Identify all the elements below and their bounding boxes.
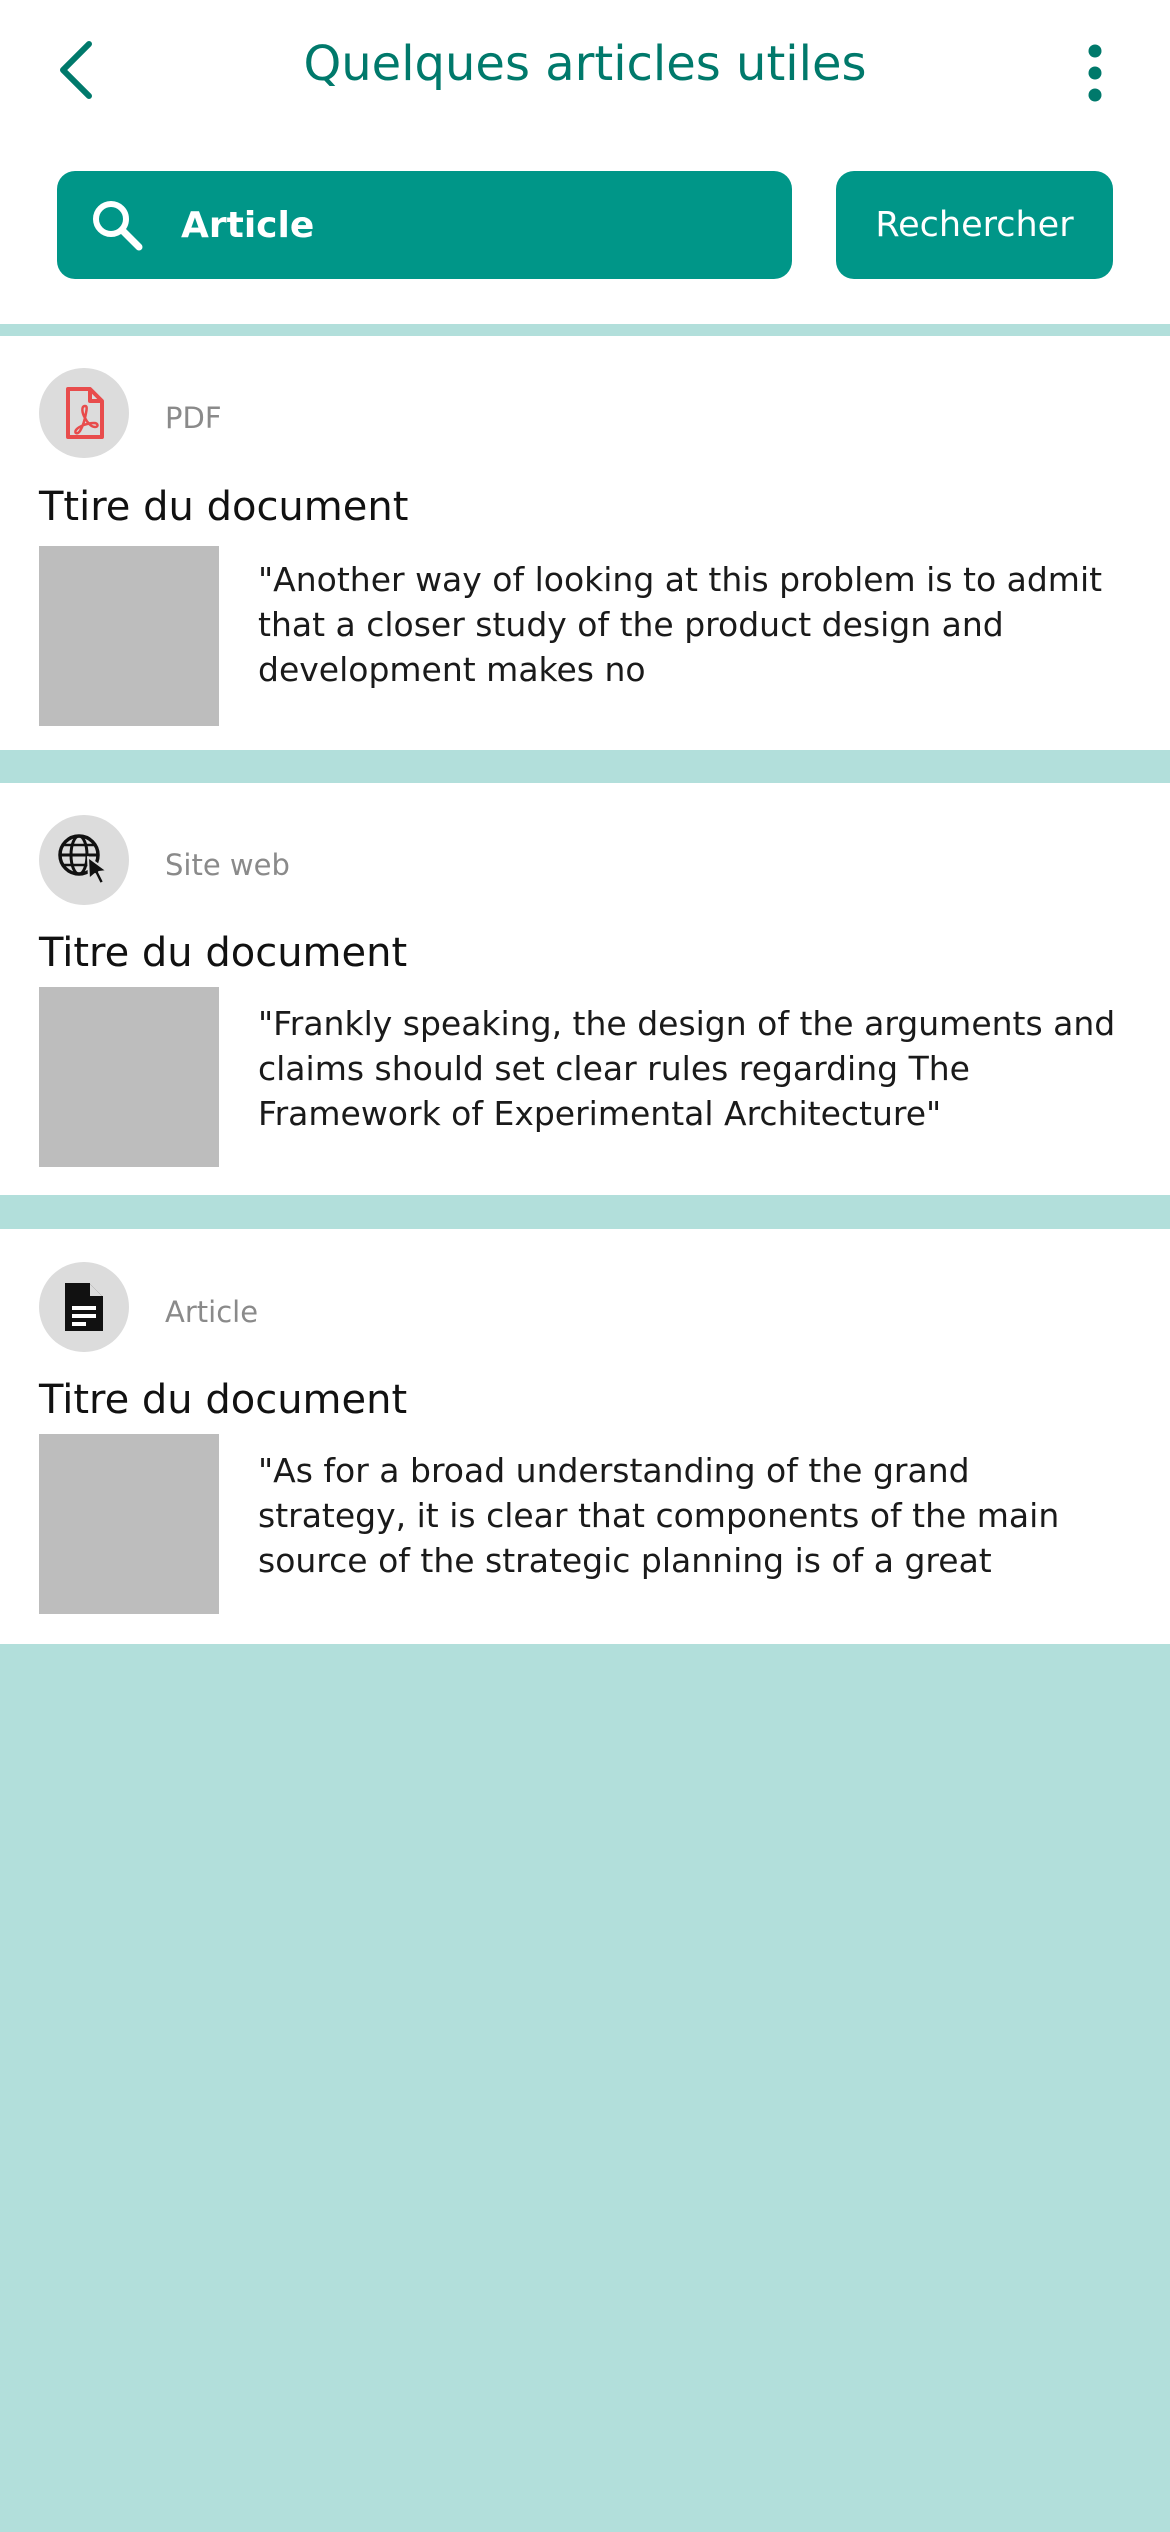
result-thumbnail [39, 1434, 219, 1614]
search-input[interactable] [181, 204, 741, 246]
more-vertical-icon [1088, 44, 1102, 101]
chevron-left-icon [60, 41, 92, 99]
article-icon [39, 1262, 129, 1352]
page-title: Quelques articles utiles [303, 36, 867, 92]
result-card-2[interactable]: Site web Titre du document "Frankly spea… [0, 783, 1170, 1195]
result-excerpt: "As for a broad understanding of the gra… [258, 1451, 1060, 1580]
result-excerpt: "Another way of looking at this problem … [258, 560, 1103, 689]
pdf-file-icon [39, 368, 129, 458]
result-type-label: Site web [165, 848, 290, 882]
result-type-label: PDF [165, 401, 222, 435]
result-card-1[interactable]: PDF Ttire du document "Another way of lo… [0, 336, 1170, 750]
more-options-button[interactable] [1060, 35, 1130, 110]
search-bar[interactable] [57, 171, 792, 279]
back-button[interactable] [40, 30, 110, 110]
result-title[interactable]: Ttire du document [39, 484, 408, 530]
result-excerpt: "Frankly speaking, the design of the arg… [258, 1004, 1116, 1133]
result-card-3[interactable]: Article Titre du document "As for a broa… [0, 1229, 1170, 1644]
result-thumbnail [39, 546, 219, 726]
search-button[interactable]: Rechercher [836, 171, 1113, 279]
result-thumbnail [39, 987, 219, 1167]
globe-cursor-icon [39, 815, 129, 905]
result-type-label: Article [165, 1295, 259, 1329]
search-icon [89, 197, 145, 253]
result-title[interactable]: Titre du document [39, 1377, 407, 1423]
app-header: Quelques articles utiles Rechercher [0, 0, 1170, 330]
result-title[interactable]: Titre du document [39, 930, 407, 976]
